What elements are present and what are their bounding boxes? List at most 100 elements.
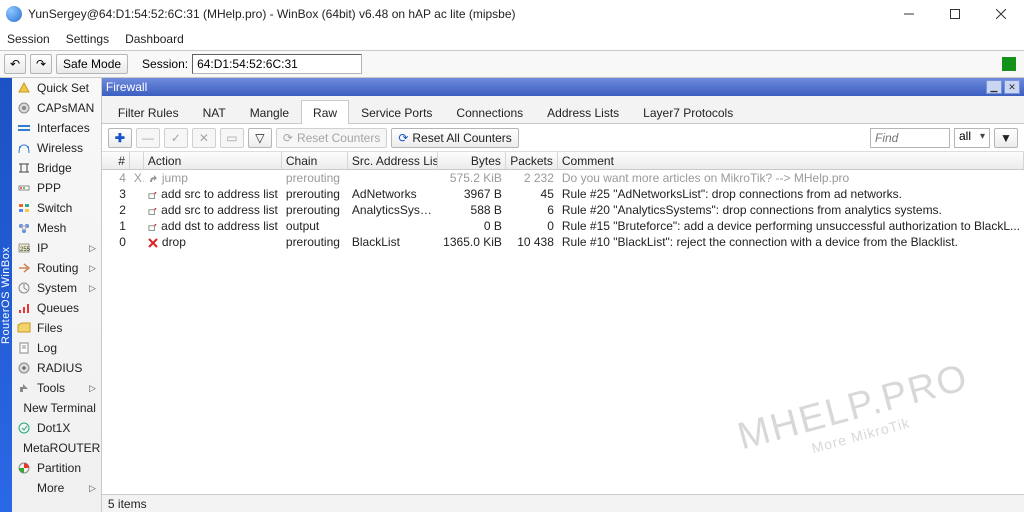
table-row[interactable]: 4Xjumpprerouting575.2 KiB2 232Do you wan… [102,170,1024,186]
disable-button[interactable]: ✕ [192,128,216,148]
sub-toolbar: ✚ — ✓ ✕ ▭ ▽ ⟳Reset Counters ⟳Reset All C… [102,124,1024,152]
undo-button[interactable]: ↶ [4,54,26,74]
sidebar-icon [17,82,31,94]
sidebar-item-metarouter[interactable]: MetaROUTER [12,438,101,458]
tab-raw[interactable]: Raw [301,100,349,124]
sidebar-item-label: Wireless [37,141,83,155]
sidebar-item-ip[interactable]: 255IP▷ [12,238,101,258]
menu-dashboard[interactable]: Dashboard [125,32,184,46]
grid-body[interactable]: 4Xjumpprerouting575.2 KiB2 232Do you wan… [102,170,1024,494]
tab-connections[interactable]: Connections [444,100,535,124]
tab-layer7-protocols[interactable]: Layer7 Protocols [631,100,745,124]
app-icon [6,6,22,22]
sidebar-icon [17,342,31,354]
redo-button[interactable]: ↷ [30,54,52,74]
sidebar-item-new-terminal[interactable]: >_New Terminal [12,398,101,418]
sidebar-item-radius[interactable]: RADIUS [12,358,101,378]
statusbar: 5 items [102,494,1024,512]
tab-nat[interactable]: NAT [191,100,238,124]
titlebar: YunSergey@64:D1:54:52:6C:31 (MHelp.pro) … [0,0,1024,28]
sidebar-icon [17,122,31,134]
table-row[interactable]: 3add src to address listpreroutingAdNetw… [102,186,1024,202]
sidebar-icon [17,422,31,434]
table-row[interactable]: 2add src to address listpreroutingAnalyt… [102,202,1024,218]
chevron-right-icon: ▷ [89,283,96,294]
sidebar-item-log[interactable]: Log [12,338,101,358]
sidebar-icon [17,202,31,214]
panel-titlebar: Firewall ▁ ✕ [102,78,1024,96]
col-src[interactable]: Src. Address List [348,152,438,169]
chevron-right-icon: ▷ [89,383,96,394]
x-icon [148,237,158,247]
col-flag[interactable] [130,152,144,169]
sidebar-icon [17,302,31,314]
panel-minimize-button[interactable]: ▁ [986,80,1002,94]
sidebar-item-routing[interactable]: Routing▷ [12,258,101,278]
sidebar-icon [17,322,31,334]
sidebar-item-capsman[interactable]: CAPsMAN [12,98,101,118]
column-select-button[interactable]: ▼ [994,128,1018,148]
watermark: MHELP.PRO More MikroTik [734,357,978,474]
content-area: Firewall ▁ ✕ Filter RulesNATMangleRawSer… [102,78,1024,512]
col-comment[interactable]: Comment [558,152,1024,169]
sidebar-item-more[interactable]: More▷ [12,478,101,498]
sidebar-item-partition[interactable]: Partition [12,458,101,478]
minimize-button[interactable] [886,0,932,28]
sidebar-item-wireless[interactable]: Wireless [12,138,101,158]
maximize-button[interactable] [932,0,978,28]
sidebar-item-queues[interactable]: Queues [12,298,101,318]
sidebar-item-label: Interfaces [37,121,90,135]
sidebar-item-label: Bridge [37,161,72,175]
sidebar-icon [17,482,31,494]
sidebar-item-files[interactable]: Files [12,318,101,338]
tab-address-lists[interactable]: Address Lists [535,100,631,124]
col-bytes[interactable]: Bytes [438,152,506,169]
enable-button[interactable]: ✓ [164,128,188,148]
menu-session[interactable]: Session [7,32,50,46]
sidebar-item-dot1x[interactable]: Dot1X [12,418,101,438]
sidebar-item-interfaces[interactable]: Interfaces [12,118,101,138]
sidebar-icon [17,282,31,294]
sidebar-item-tools[interactable]: Tools▷ [12,378,101,398]
tab-mangle[interactable]: Mangle [238,100,301,124]
table-row[interactable]: 0droppreroutingBlackList1365.0 KiB10 438… [102,234,1024,250]
sidebar-item-quick-set[interactable]: Quick Set [12,78,101,98]
col-chain[interactable]: Chain [282,152,348,169]
sidebar-item-label: Files [37,321,62,335]
add-button[interactable]: ✚ [108,128,132,148]
sidebar-icon [17,262,31,274]
sidebar-item-bridge[interactable]: Bridge [12,158,101,178]
sidebar-item-label: System [37,281,77,295]
tab-service-ports[interactable]: Service Ports [349,100,444,124]
sidebar-item-system[interactable]: System ▷ [12,278,101,298]
find-input[interactable] [870,128,950,148]
sidebar-item-label: MetaROUTER [23,441,100,455]
tab-filter-rules[interactable]: Filter Rules [106,100,191,124]
col-action[interactable]: Action [144,152,282,169]
add-icon [148,205,157,215]
reset-all-counters-button[interactable]: ⟳Reset All Counters [391,128,518,148]
table-row[interactable]: 1add dst to address listoutput0 B0Rule #… [102,218,1024,234]
sidebar-item-label: Dot1X [37,421,70,435]
sidebar-item-ppp[interactable]: PPP [12,178,101,198]
panel-close-button[interactable]: ✕ [1004,80,1020,94]
sidebar-icon [17,382,31,394]
menu-settings[interactable]: Settings [66,32,109,46]
reset-counters-button[interactable]: ⟳Reset Counters [276,128,387,148]
session-label: Session: [142,57,188,71]
sidebar-item-mesh[interactable]: Mesh [12,218,101,238]
add-icon [148,189,157,199]
remove-button[interactable]: — [136,128,160,148]
filter-button[interactable]: ▽ [248,128,272,148]
session-input[interactable]: 64:D1:54:52:6C:31 [192,54,362,74]
close-button[interactable] [978,0,1024,28]
filter-select[interactable]: all [954,128,990,148]
sidebar-icon [17,462,31,474]
comment-button[interactable]: ▭ [220,128,244,148]
sidebar-icon [17,182,31,194]
sidebar-item-switch[interactable]: Switch [12,198,101,218]
col-packets[interactable]: Packets [506,152,558,169]
safe-mode-button[interactable]: Safe Mode [56,54,128,74]
col-index[interactable]: # [102,152,130,169]
sidebar-icon [17,362,31,374]
